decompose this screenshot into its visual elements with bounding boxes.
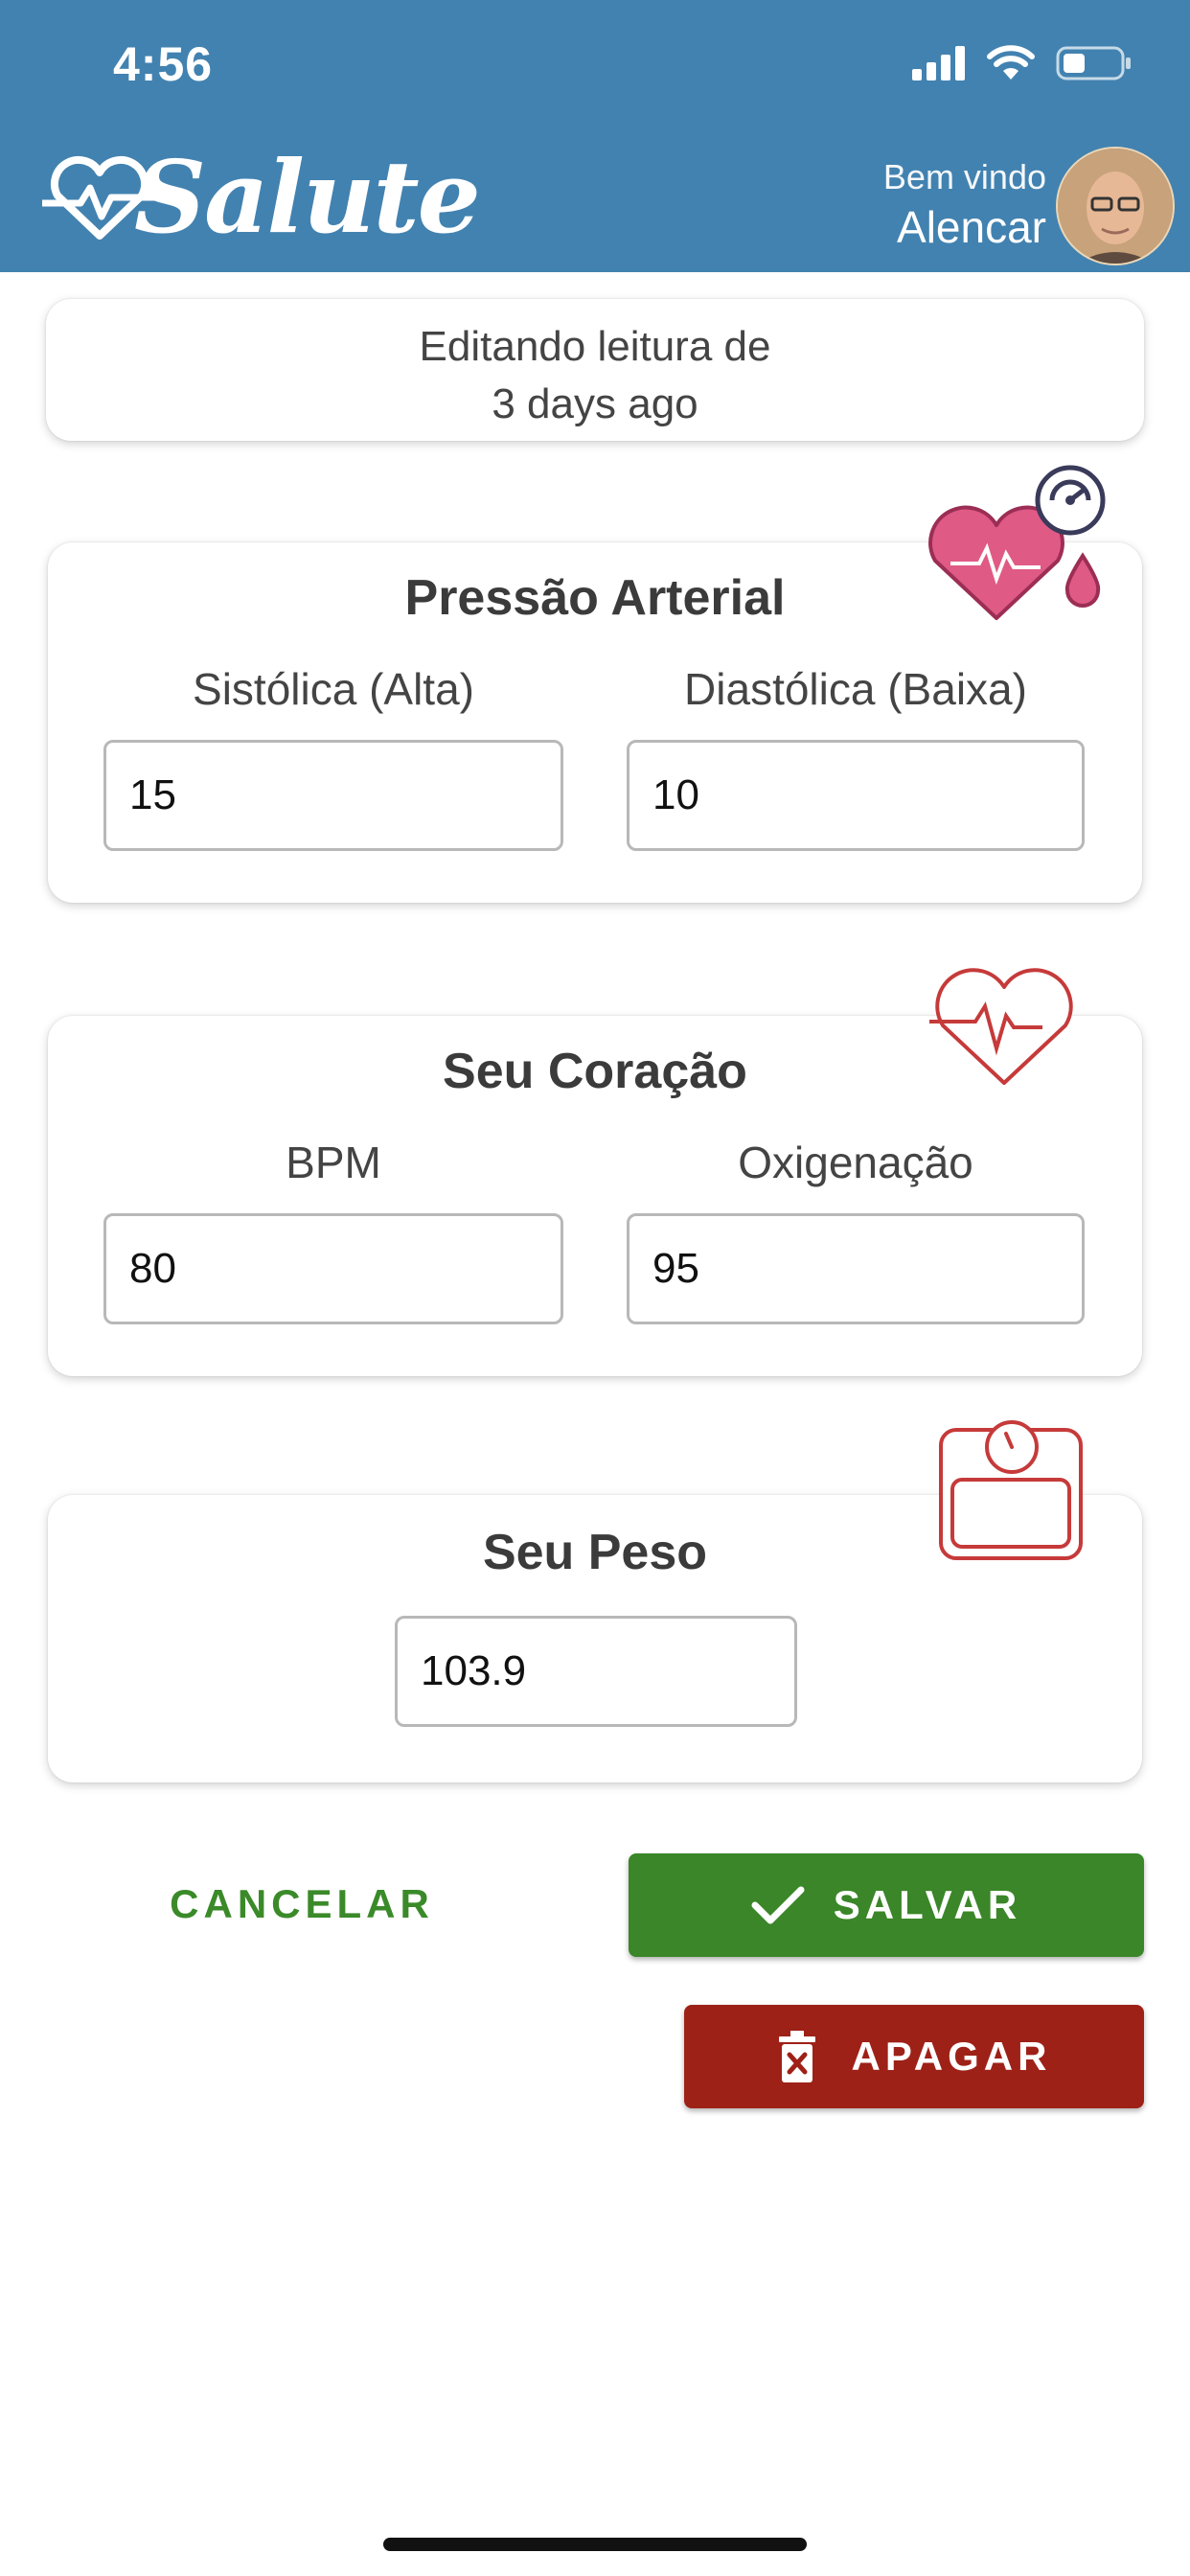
welcome-text: Bem vindo	[882, 157, 1046, 196]
check-icon	[751, 1886, 805, 1924]
oxygen-label: Oxigenação	[738, 1138, 973, 1187]
weight-input[interactable]	[395, 1616, 797, 1727]
user-name: Alencar	[897, 202, 1046, 252]
cancel-button[interactable]: CANCELAR	[144, 1853, 460, 1955]
delete-button[interactable]: APAGAR	[684, 2005, 1144, 2108]
home-indicator[interactable]	[383, 2538, 807, 2551]
avatar-portrait	[1058, 149, 1173, 264]
bpm-input[interactable]	[103, 1213, 563, 1324]
app-header: 4:56 Salute Bem vindo Alencar	[0, 0, 1190, 272]
save-label: SALVAR	[833, 1882, 1022, 1927]
diastolic-label: Diastólica (Baixa)	[684, 664, 1027, 714]
signal-icon	[912, 46, 965, 80]
app-logo: Salute	[42, 138, 481, 256]
scale-icon	[939, 1420, 1083, 1560]
trash-icon	[778, 2031, 815, 2082]
editing-date: 3 days ago	[492, 380, 698, 427]
avatar[interactable]	[1056, 147, 1175, 265]
systolic-input[interactable]	[103, 740, 563, 851]
delete-label: APAGAR	[851, 2034, 1052, 2079]
save-button[interactable]: SALVAR	[629, 1853, 1144, 1957]
battery-icon	[1056, 46, 1131, 80]
bpm-label: BPM	[286, 1138, 381, 1187]
welcome-block: Bem vindo Alencar	[883, 157, 1046, 253]
wifi-icon	[987, 45, 1035, 80]
status-time: 4:56	[113, 37, 214, 91]
systolic-label: Sistólica (Alta)	[193, 664, 474, 714]
heart-pulse-icon	[929, 968, 1073, 1085]
app-name: Salute	[134, 138, 481, 256]
editing-info-card: Editando leitura de 3 days ago	[46, 299, 1144, 441]
heart-pressure-icon	[928, 465, 1106, 620]
editing-label: Editando leitura de	[419, 323, 771, 370]
status-icons	[912, 42, 1133, 84]
diastolic-input[interactable]	[627, 740, 1085, 851]
oxygen-input[interactable]	[627, 1213, 1085, 1324]
